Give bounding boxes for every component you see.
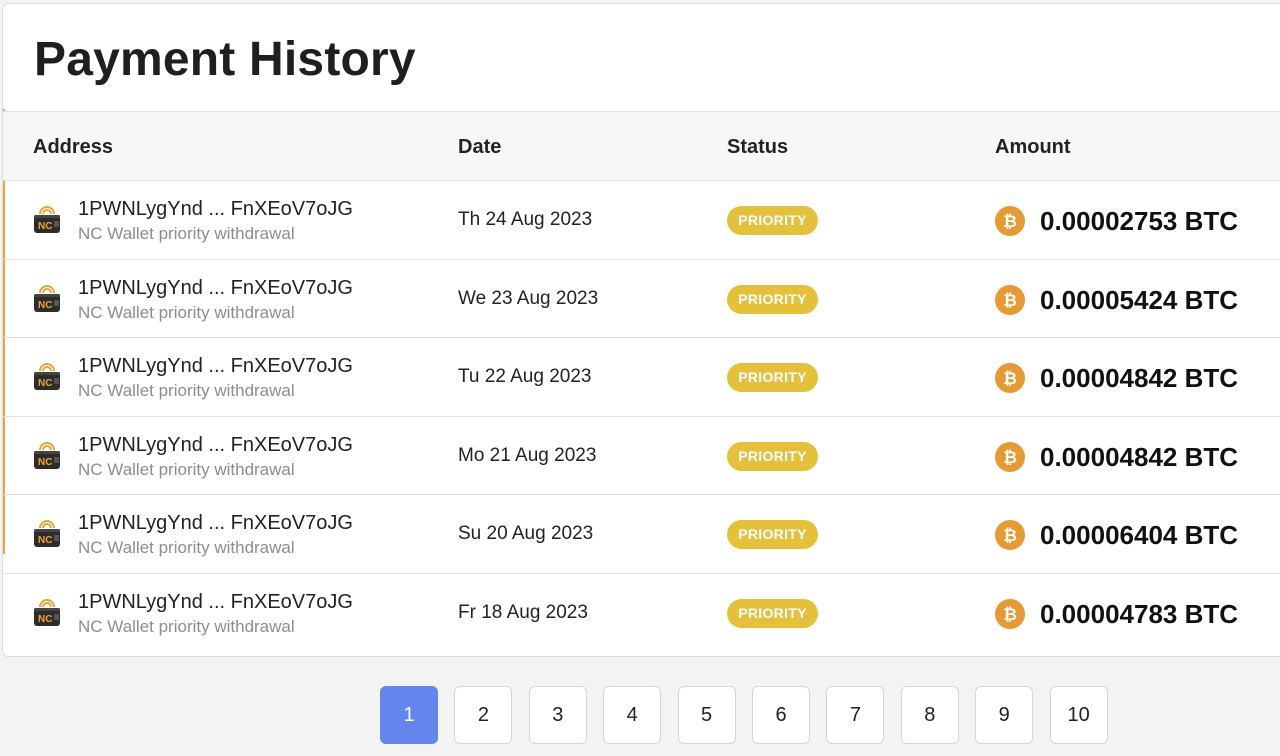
row-address[interactable]: 1PWNLygYnd ... FnXEoV7oJG: [78, 355, 353, 378]
bitcoin-icon: ₿: [995, 441, 1025, 472]
row-address[interactable]: 1PWNLygYnd ... FnXEoV7oJG: [78, 512, 353, 535]
status-badge: PRIORITY: [727, 520, 818, 549]
status-badge: PRIORITY: [727, 598, 818, 628]
row-amount: 0.00006404 BTC: [1040, 520, 1239, 550]
bitcoin-icon: ₿: [995, 284, 1025, 315]
row-date: We 23 Aug 2023: [458, 287, 599, 309]
nc-wallet-icon: NC: [34, 363, 60, 390]
table-row[interactable]: NC 1PWNLygYnd ... FnXEoV7oJG NC Wallet p…: [3, 260, 1280, 338]
page-button-9[interactable]: 9: [975, 686, 1034, 744]
row-description: NC Wallet priority withdrawal: [78, 459, 295, 479]
wallet-icon-label: NC: [38, 378, 52, 389]
page-button-3[interactable]: 3: [528, 686, 587, 744]
table-row[interactable]: NC 1PWNLygYnd ... FnXEoV7oJG NC Wallet p…: [3, 574, 1280, 653]
page-button-10[interactable]: 10: [1049, 686, 1108, 744]
table-row[interactable]: NC 1PWNLygYnd ... FnXEoV7oJG NC Wallet p…: [3, 417, 1280, 495]
row-amount: 0.00005424 BTC: [1040, 284, 1239, 315]
bitcoin-icon: ₿: [995, 520, 1025, 550]
table-header: Address Date Status Amount: [3, 111, 1280, 181]
wallet-icon-label: NC: [38, 535, 52, 546]
table-row[interactable]: NC 1PWNLygYnd ... FnXEoV7oJG NC Wallet p…: [3, 495, 1280, 574]
row-address[interactable]: 1PWNLygYnd ... FnXEoV7oJG: [78, 277, 353, 300]
table-body: NC 1PWNLygYnd ... FnXEoV7oJG NC Wallet p…: [3, 181, 1280, 652]
page-button-1[interactable]: 1: [380, 686, 438, 744]
svg-text:₿: ₿: [1003, 291, 1017, 311]
row-date: Mo 21 Aug 2023: [458, 444, 597, 466]
row-description: NC Wallet priority withdrawal: [78, 224, 295, 243]
wallet-icon-label: NC: [38, 457, 52, 468]
nc-wallet-icon: NC: [34, 441, 60, 469]
table-row[interactable]: NC 1PWNLygYnd ... FnXEoV7oJG NC Wallet p…: [3, 181, 1280, 260]
wallet-icon-label: NC: [38, 300, 52, 311]
bitcoin-icon: ₿: [995, 206, 1025, 236]
row-date: Su 20 Aug 2023: [458, 523, 594, 544]
svg-text:₿: ₿: [1003, 369, 1017, 389]
svg-text:₿: ₿: [1003, 605, 1017, 625]
payment-history-card: Payment History Address Date Status Amou…: [2, 3, 1280, 657]
row-address[interactable]: 1PWNLygYnd ... FnXEoV7oJG: [78, 198, 353, 221]
column-header-status[interactable]: Status: [727, 136, 788, 159]
row-amount: 0.00004842 BTC: [1040, 363, 1239, 393]
bitcoin-icon: ₿: [995, 598, 1025, 629]
row-date: Th 24 Aug 2023: [458, 209, 593, 230]
svg-text:₿: ₿: [1003, 212, 1017, 232]
row-description: NC Wallet priority withdrawal: [78, 302, 295, 322]
status-badge: PRIORITY: [727, 284, 818, 314]
status-badge: PRIORITY: [727, 441, 818, 471]
nc-wallet-icon: NC: [34, 520, 60, 547]
page-button-8[interactable]: 8: [900, 686, 959, 744]
row-description: NC Wallet priority withdrawal: [78, 538, 295, 557]
row-amount: 0.00004842 BTC: [1040, 441, 1239, 472]
row-amount: 0.00004783 BTC: [1040, 598, 1239, 629]
column-header-date[interactable]: Date: [458, 136, 501, 159]
column-header-address[interactable]: Address: [33, 136, 113, 159]
nc-wallet-icon: NC: [34, 598, 60, 626]
svg-text:₿: ₿: [1003, 526, 1017, 546]
row-address[interactable]: 1PWNLygYnd ... FnXEoV7oJG: [78, 434, 353, 457]
row-date: Fr 18 Aug 2023: [458, 601, 588, 623]
wallet-icon-label: NC: [38, 614, 52, 625]
page-button-2[interactable]: 2: [454, 686, 513, 744]
nc-wallet-icon: NC: [34, 206, 60, 233]
table-row[interactable]: NC 1PWNLygYnd ... FnXEoV7oJG NC Wallet p…: [3, 338, 1280, 417]
row-amount: 0.00002753 BTC: [1040, 206, 1239, 236]
column-header-amount[interactable]: Amount: [995, 136, 1071, 159]
page-title: Payment History: [34, 33, 416, 86]
page-button-5[interactable]: 5: [677, 686, 736, 744]
row-description: NC Wallet priority withdrawal: [78, 616, 295, 636]
nc-wallet-icon: NC: [34, 284, 60, 312]
page-button-4[interactable]: 4: [603, 686, 662, 744]
bitcoin-icon: ₿: [995, 363, 1025, 393]
page-button-7[interactable]: 7: [826, 686, 885, 744]
row-description: NC Wallet priority withdrawal: [78, 381, 295, 400]
status-badge: PRIORITY: [727, 363, 818, 392]
status-badge: PRIORITY: [727, 206, 818, 235]
svg-text:₿: ₿: [1003, 448, 1017, 468]
row-address[interactable]: 1PWNLygYnd ... FnXEoV7oJG: [78, 591, 353, 614]
row-date: Tu 22 Aug 2023: [458, 366, 592, 387]
wallet-icon-label: NC: [38, 221, 52, 232]
page-button-6[interactable]: 6: [752, 686, 810, 744]
